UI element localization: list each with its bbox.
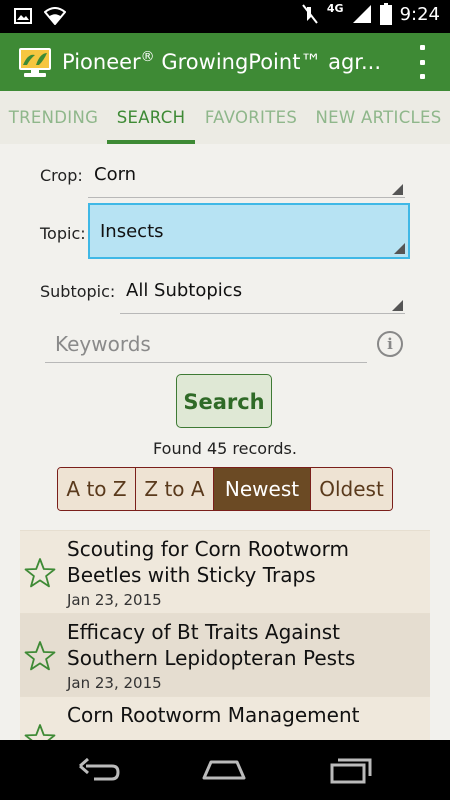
mute-icon (302, 4, 318, 24)
overflow-menu-icon[interactable] (414, 45, 430, 79)
status-bar: 4G 9:24 (0, 0, 450, 33)
image-icon (14, 8, 32, 24)
list-item[interactable]: Corn Rootworm Management (20, 696, 430, 740)
back-icon[interactable] (76, 754, 122, 786)
sort-a-to-z[interactable]: A to Z (58, 468, 136, 510)
crop-label: Crop: (40, 166, 83, 185)
clock: 9:24 (399, 3, 440, 25)
topic-label: Topic: (40, 224, 86, 243)
result-count: Found 45 records. (153, 439, 297, 458)
article-title: Efficacy of Bt Traits Against Southern L… (67, 620, 356, 670)
article-title: Corn Rootworm Management (67, 703, 360, 727)
sort-oldest[interactable]: Oldest (311, 468, 392, 510)
keywords-input[interactable]: Keywords (45, 329, 367, 363)
sort-segmented-control: A to Z Z to A Newest Oldest (57, 467, 393, 511)
search-button[interactable]: Search (176, 374, 272, 428)
app-title: Pioneer® GrowingPoint™ agr... (62, 49, 382, 74)
action-bar: Pioneer® GrowingPoint™ agr... (0, 33, 450, 91)
wifi-icon (44, 7, 66, 25)
tab-favorites[interactable]: FAVORITES (195, 91, 307, 144)
recent-apps-icon[interactable] (328, 754, 374, 786)
info-icon[interactable]: i (377, 331, 403, 357)
tab-new-articles[interactable]: NEW ARTICLES (307, 91, 450, 144)
navigation-bar (0, 740, 450, 800)
article-list: Scouting for Corn Rootworm Beetles with … (20, 530, 430, 740)
topic-value: Insects (100, 221, 164, 242)
article-date: Jan 23, 2015 (67, 674, 162, 692)
favorite-star-icon[interactable] (24, 640, 56, 672)
subtopic-spinner[interactable]: All Subtopics (120, 274, 405, 314)
keywords-placeholder: Keywords (55, 332, 151, 356)
favorite-star-icon[interactable] (24, 557, 56, 589)
list-item[interactable]: Efficacy of Bt Traits Against Southern L… (20, 613, 430, 696)
favorite-star-icon[interactable] (24, 723, 56, 740)
sort-z-to-a[interactable]: Z to A (136, 468, 214, 510)
tab-bar: TRENDING SEARCH FAVORITES NEW ARTICLES (0, 91, 450, 235)
article-date: Jan 23, 2015 (67, 591, 162, 609)
app-logo-icon[interactable] (18, 45, 52, 79)
battery-icon (379, 3, 392, 25)
subtopic-value: All Subtopics (126, 280, 243, 301)
crop-value: Corn (94, 164, 137, 185)
article-title: Scouting for Corn Rootworm Beetles with … (67, 537, 349, 587)
tab-search[interactable]: SEARCH (107, 91, 195, 144)
signal-icon (352, 5, 371, 23)
list-item[interactable]: Scouting for Corn Rootworm Beetles with … (20, 530, 430, 613)
dropdown-arrow-icon (392, 300, 403, 311)
search-content: Crop: Corn Topic: Insects Subtopic: All … (0, 144, 450, 740)
dropdown-arrow-icon (392, 184, 403, 195)
network-type: 4G (326, 1, 344, 15)
home-icon[interactable] (201, 754, 247, 786)
dropdown-arrow-icon (394, 243, 405, 254)
crop-spinner[interactable]: Corn (88, 158, 405, 198)
topic-spinner[interactable]: Insects (88, 203, 410, 259)
tab-trending[interactable]: TRENDING (0, 91, 107, 144)
sort-newest[interactable]: Newest (214, 468, 311, 510)
subtopic-label: Subtopic: (40, 282, 116, 301)
